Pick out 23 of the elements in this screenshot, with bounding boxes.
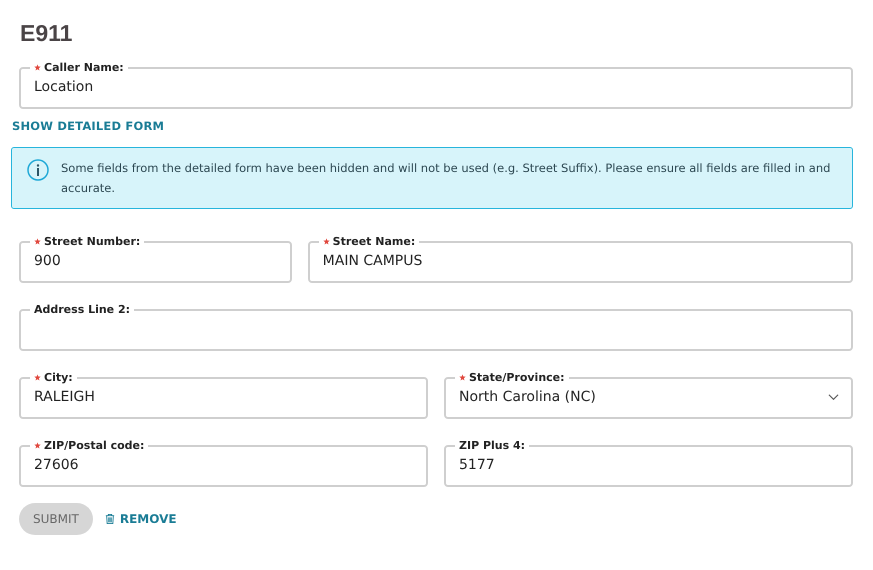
field-label: Street Name: — [332, 235, 416, 248]
field-label: State/Province: — [469, 371, 565, 384]
text-field[interactable]: Caller Name: Location — [19, 61, 853, 109]
remove-button[interactable]: REMOVE — [104, 512, 177, 526]
field-label: Street Number: — [44, 235, 140, 248]
text-field[interactable]: ZIP Plus 4: 5177 — [444, 439, 853, 487]
text-field[interactable]: ZIP/Postal code: 27606 — [19, 439, 428, 487]
field-label: Address Line 2: — [34, 303, 130, 316]
text-field[interactable]: Address Line 2: — [19, 303, 853, 351]
info-message: Some fields from the detailed form have been hidden and will not be used (e.g. Street Suffix). Please ensure all fields are filled in and accurate. — [61, 160, 832, 197]
text-field[interactable]: City: RALEIGH — [19, 371, 428, 419]
text-field[interactable]: Street Number: 900 — [19, 235, 292, 283]
text-field[interactable]: Street Name: MAIN CAMPUS — [308, 235, 853, 283]
field-label: ZIP Plus 4: — [459, 439, 526, 452]
chevron-down-icon — [828, 393, 839, 401]
page-title: E911 — [20, 20, 74, 47]
show-detailed-form-link[interactable]: SHOW DETAILED FORM — [12, 119, 164, 133]
field-label: City: — [44, 371, 73, 384]
select-field[interactable]: State/Province: North Carolina (NC) — [444, 371, 853, 419]
info-icon — [27, 159, 49, 181]
trash-icon — [104, 513, 115, 525]
field-label: ZIP/Postal code: — [44, 439, 144, 452]
field-label: Caller Name: — [44, 61, 124, 74]
